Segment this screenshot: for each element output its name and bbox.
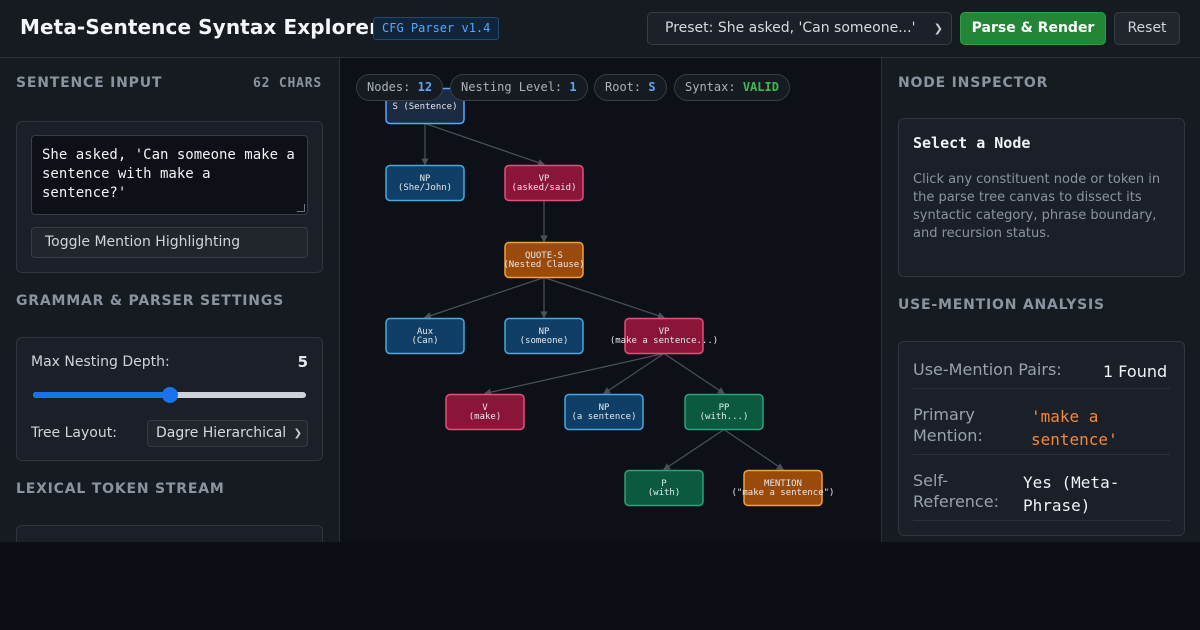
chevron-down-icon: ❯ xyxy=(933,22,943,35)
preset-select[interactable]: Preset: She asked, 'Can someone...' ❯ xyxy=(647,12,952,45)
preset-select-label: Preset: She asked, 'Can someone...' xyxy=(665,20,916,36)
depth-slider[interactable] xyxy=(33,387,306,403)
sentence-text: She asked, 'Can someone make a sentence … xyxy=(42,147,295,201)
layout-select[interactable]: Dagre Hierarchical ❯ xyxy=(147,420,308,447)
syntax-stat: Syntax: VALID xyxy=(674,74,790,101)
grammar-settings-title: GRAMMAR & PARSER SETTINGS xyxy=(16,293,285,309)
tree-node-np1[interactable]: NP(She/John) xyxy=(385,164,465,202)
sentence-input-card: She asked, 'Can someone make a sentence … xyxy=(16,121,323,273)
self-reference-row: Self-Reference: Yes (Meta-Phrase) xyxy=(913,470,1170,521)
tree-node-words: ("make a sentence") xyxy=(732,488,835,498)
root-stat: Root: S xyxy=(594,74,667,101)
depth-label: Max Nesting Depth: xyxy=(31,354,170,370)
token-stream-card xyxy=(16,525,323,542)
pairs-row: Use-Mention Pairs: 1 Found xyxy=(913,359,1170,389)
tree-node-words: (She/John) xyxy=(398,183,452,193)
tree-node-words: (with...) xyxy=(700,412,749,422)
analysis-card: Use-Mention Pairs: 1 Found Primary Menti… xyxy=(898,341,1185,536)
root-stat-value: S xyxy=(648,80,656,94)
tree-node-aux[interactable]: Aux(Can) xyxy=(385,317,465,355)
tree-node-men[interactable]: MENTION("make a sentence") xyxy=(732,469,835,507)
primary-mention-label: Primary Mention: xyxy=(913,405,983,445)
reset-button[interactable]: Reset xyxy=(1114,12,1180,45)
tree-edge xyxy=(663,429,725,471)
resize-handle[interactable] xyxy=(297,204,305,212)
use-mention-title: USE-MENTION ANALYSIS xyxy=(898,297,1105,313)
toggle-mention-button[interactable]: Toggle Mention Highlighting xyxy=(31,227,308,258)
parse-render-button[interactable]: Parse & Render xyxy=(960,12,1106,45)
syntax-stat-value: VALID xyxy=(742,80,779,94)
tree-edge xyxy=(424,122,546,166)
select-node-description: Click any constituent node or token in t… xyxy=(913,172,1161,241)
depth-slider-thumb[interactable] xyxy=(161,387,178,403)
tree-edge xyxy=(603,353,665,395)
inspector-card: Select a Node Click any constituent node… xyxy=(898,118,1185,277)
tree-edge xyxy=(423,276,545,320)
tree-node-words: (Nested Clause) xyxy=(503,260,584,270)
layout-select-label: Dagre Hierarchical xyxy=(156,425,287,441)
app-header: Meta-Sentence Syntax Explorer CFG Parser… xyxy=(0,0,1200,58)
nodes-stat-value: 12 xyxy=(417,80,433,94)
primary-mention-value: 'make a sentence' xyxy=(1031,407,1118,449)
chevron-down-icon: ❯ xyxy=(293,428,302,439)
parse-tree-svg: S (Sentence) NP(She/John) VP(asked/said) QU… xyxy=(385,87,835,507)
tree-edge xyxy=(723,429,784,471)
char-count: 62 CHARS xyxy=(252,76,322,91)
version-badge: CFG Parser v1.4 xyxy=(373,17,500,40)
tree-node-words: (asked/said) xyxy=(511,183,576,193)
tree-edge xyxy=(663,353,725,395)
tree-node-words: (with) xyxy=(648,488,681,498)
depth-value: 5 xyxy=(297,353,308,371)
depth-slider-fill xyxy=(33,392,170,398)
tree-node-words: (make) xyxy=(469,412,502,422)
self-reference-value: Yes (Meta-Phrase) xyxy=(1023,473,1120,515)
tree-node-vp1[interactable]: VP(asked/said) xyxy=(504,164,584,202)
syntax-stat-label: Syntax: xyxy=(685,80,736,94)
tree-node-words: (make a sentence...) xyxy=(610,336,718,346)
nodes-stat: Nodes: 12 xyxy=(356,74,444,101)
tree-node-np2[interactable]: NP(someone) xyxy=(504,317,584,355)
tree-node-pp[interactable]: PP(with...) xyxy=(684,393,764,431)
token-stream-title: LEXICAL TOKEN STREAM xyxy=(16,481,225,497)
primary-mention-row: Primary Mention: 'make a sentence' xyxy=(913,404,1170,455)
tree-node-words: (someone) xyxy=(520,336,569,346)
nesting-stat-value: 1 xyxy=(569,80,577,94)
pairs-label: Use-Mention Pairs: xyxy=(913,360,1062,379)
app-title: Meta-Sentence Syntax Explorer xyxy=(20,15,380,39)
tree-node-qs[interactable]: QUOTE-S(Nested Clause) xyxy=(503,241,585,279)
tree-node-vp2[interactable]: VP(make a sentence...) xyxy=(610,317,718,355)
tree-node-words: (a sentence) xyxy=(571,412,636,422)
left-panel: SENTENCE INPUT 62 CHARS She asked, 'Can … xyxy=(0,58,340,542)
sentence-textarea[interactable]: She asked, 'Can someone make a sentence … xyxy=(31,135,308,215)
right-panel: NODE INSPECTOR Select a Node Click any c… xyxy=(881,58,1200,542)
tree-node-category: S (Sentence) xyxy=(392,102,457,112)
nodes-stat-label: Nodes: xyxy=(367,80,411,94)
tree-node-v[interactable]: V(make) xyxy=(445,393,525,431)
select-node-title: Select a Node xyxy=(913,134,1031,152)
tree-node-words: (Can) xyxy=(411,336,438,346)
root-stat-label: Root: xyxy=(605,80,642,94)
pairs-value: 1 Found xyxy=(1103,362,1168,381)
settings-card: Max Nesting Depth: 5 Tree Layout: Dagre … xyxy=(16,337,323,461)
nesting-stat-label: Nesting Level: xyxy=(461,80,563,94)
tree-node-np3[interactable]: NP(a sentence) xyxy=(564,393,644,431)
layout-label: Tree Layout: xyxy=(31,425,117,441)
self-reference-label: Self-Reference: xyxy=(913,471,999,511)
sentence-input-title: SENTENCE INPUT xyxy=(16,75,163,91)
tree-edge xyxy=(483,352,665,396)
tree-edge xyxy=(543,276,666,320)
nesting-stat: Nesting Level: 1 xyxy=(450,74,588,101)
node-inspector-title: NODE INSPECTOR xyxy=(898,75,1049,91)
parse-tree-canvas[interactable]: S (Sentence) NP (She/John) VP (asked/said) QU… xyxy=(340,58,881,542)
tree-node-p[interactable]: P(with) xyxy=(624,469,704,507)
